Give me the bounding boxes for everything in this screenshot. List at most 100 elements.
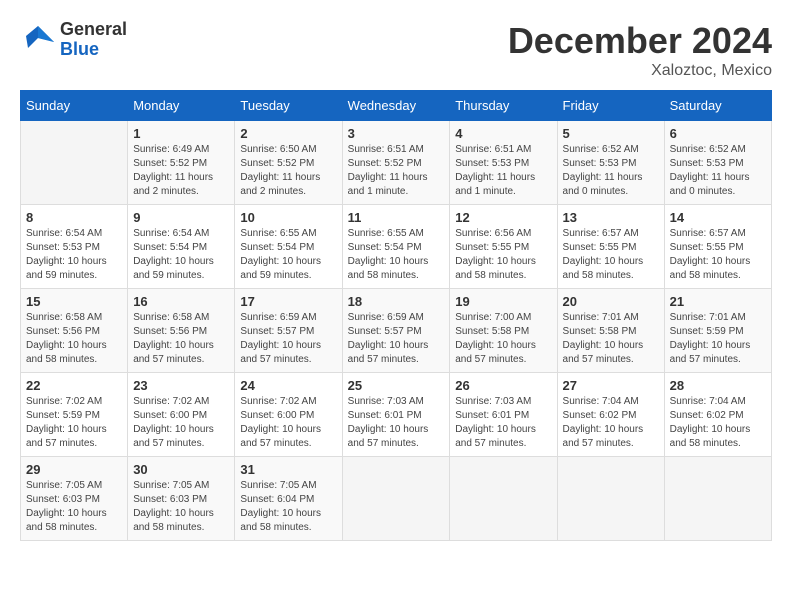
day-number: 1 [133,126,229,141]
title-section: December 2024 Xaloztoc, Mexico [508,20,772,80]
day-number: 9 [133,210,229,225]
day-number: 4 [455,126,551,141]
week-row-1: 8Sunrise: 6:54 AM Sunset: 5:53 PM Daylig… [21,205,772,289]
day-info: Sunrise: 7:04 AM Sunset: 6:02 PM Dayligh… [670,395,766,451]
day-info: Sunrise: 7:00 AM Sunset: 5:58 PM Dayligh… [455,311,551,367]
day-number: 5 [563,126,659,141]
calendar-cell: 10 Sunrise: 6:55 AM Sunset: 5:54 PM Dayli… [235,205,342,289]
day-number: 23 [133,378,229,393]
day-number: 2 [240,126,336,141]
calendar-cell [21,121,128,205]
calendar-cell: 11 Sunrise: 6:55 AM Sunset: 5:54 PM Dayli… [342,205,450,289]
day-number: 12 [455,210,551,225]
calendar-cell: 16Sunrise: 6:58 AM Sunset: 5:56 PM Dayli… [128,289,235,373]
logo-line1: General [60,20,127,40]
day-info: Sunrise: 6:55 AM Sunset: 5:54 PM Dayligh… [348,227,445,283]
calendar-cell: 15 Sunrise: 6:58 AM Sunset: 5:56 PM Dayli… [21,289,128,373]
calendar-cell: 26Sunrise: 7:03 AM Sunset: 6:01 PM Dayli… [450,373,557,457]
day-info: Sunrise: 6:49 AM Sunset: 5:52 PM Dayligh… [133,143,229,199]
calendar-cell: 19 Sunrise: 7:00 AM Sunset: 5:58 PM Dayli… [450,289,557,373]
day-info: Sunrise: 7:01 AM Sunset: 5:58 PM Dayligh… [563,311,659,367]
day-info: Sunrise: 6:57 AM Sunset: 5:55 PM Dayligh… [563,227,659,283]
day-info: Sunrise: 6:50 AM Sunset: 5:52 PM Dayligh… [240,143,336,199]
week-row-0: 1 Sunrise: 6:49 AM Sunset: 5:52 PM Daylig… [21,121,772,205]
header-day-thursday: Thursday [450,91,557,121]
calendar-cell: 1 Sunrise: 6:49 AM Sunset: 5:52 PM Daylig… [128,121,235,205]
day-number: 14 [670,210,766,225]
day-number: 10 [240,210,336,225]
calendar-cell: 3 Sunrise: 6:51 AM Sunset: 5:52 PM Daylig… [342,121,450,205]
day-number: 25 [348,378,445,393]
day-info: Sunrise: 7:05 AM Sunset: 6:03 PM Dayligh… [26,479,122,535]
logo-line2: Blue [60,40,127,60]
day-info: Sunrise: 6:58 AM Sunset: 5:56 PM Dayligh… [133,311,229,367]
calendar-cell: 9 Sunrise: 6:54 AM Sunset: 5:54 PM Daylig… [128,205,235,289]
calendar-cell: 21 Sunrise: 7:01 AM Sunset: 5:59 PM Dayli… [664,289,771,373]
day-number: 27 [563,378,659,393]
calendar-cell: 6 Sunrise: 6:52 AM Sunset: 5:53 PM Daylig… [664,121,771,205]
calendar-cell: 25 Sunrise: 7:03 AM Sunset: 6:01 PM Dayli… [342,373,450,457]
day-number: 13 [563,210,659,225]
calendar-cell: 8Sunrise: 6:54 AM Sunset: 5:53 PM Daylig… [21,205,128,289]
header-day-saturday: Saturday [664,91,771,121]
week-row-4: 29 Sunrise: 7:05 AM Sunset: 6:03 PM Dayli… [21,457,772,541]
day-info: Sunrise: 6:54 AM Sunset: 5:53 PM Dayligh… [26,227,122,283]
week-row-2: 15 Sunrise: 6:58 AM Sunset: 5:56 PM Dayli… [21,289,772,373]
day-number: 21 [670,294,766,309]
day-number: 24 [240,378,336,393]
header-day-monday: Monday [128,91,235,121]
page-header: General Blue December 2024 Xaloztoc, Mex… [20,20,772,80]
calendar-cell: 27Sunrise: 7:04 AM Sunset: 6:02 PM Dayli… [557,373,664,457]
day-info: Sunrise: 7:02 AM Sunset: 6:00 PM Dayligh… [133,395,229,451]
calendar-cell: 24 Sunrise: 7:02 AM Sunset: 6:00 PM Dayli… [235,373,342,457]
location-title: Xaloztoc, Mexico [508,62,772,80]
calendar-cell: 4 Sunrise: 6:51 AM Sunset: 5:53 PM Daylig… [450,121,557,205]
day-number: 6 [670,126,766,141]
day-info: Sunrise: 6:51 AM Sunset: 5:53 PM Dayligh… [455,143,551,199]
calendar-cell [450,457,557,541]
day-info: Sunrise: 6:57 AM Sunset: 5:55 PM Dayligh… [670,227,766,283]
day-info: Sunrise: 6:59 AM Sunset: 5:57 PM Dayligh… [348,311,445,367]
day-number: 17 [240,294,336,309]
calendar-cell: 5 Sunrise: 6:52 AM Sunset: 5:53 PM Daylig… [557,121,664,205]
day-info: Sunrise: 6:52 AM Sunset: 5:53 PM Dayligh… [670,143,766,199]
calendar-cell [664,457,771,541]
day-info: Sunrise: 7:05 AM Sunset: 6:03 PM Dayligh… [133,479,229,535]
day-info: Sunrise: 6:59 AM Sunset: 5:57 PM Dayligh… [240,311,336,367]
logo-text: General Blue [60,20,127,60]
day-info: Sunrise: 6:52 AM Sunset: 5:53 PM Dayligh… [563,143,659,199]
day-number: 18 [348,294,445,309]
day-number: 15 [26,294,122,309]
calendar-cell: 29 Sunrise: 7:05 AM Sunset: 6:03 PM Dayli… [21,457,128,541]
day-info: Sunrise: 7:02 AM Sunset: 6:00 PM Dayligh… [240,395,336,451]
header-day-friday: Friday [557,91,664,121]
day-number: 31 [240,462,336,477]
week-row-3: 22Sunrise: 7:02 AM Sunset: 5:59 PM Dayli… [21,373,772,457]
day-info: Sunrise: 6:51 AM Sunset: 5:52 PM Dayligh… [348,143,445,199]
logo-bird-icon [20,22,56,58]
day-info: Sunrise: 7:03 AM Sunset: 6:01 PM Dayligh… [455,395,551,451]
day-info: Sunrise: 7:01 AM Sunset: 5:59 PM Dayligh… [670,311,766,367]
day-info: Sunrise: 6:58 AM Sunset: 5:56 PM Dayligh… [26,311,122,367]
logo: General Blue [20,20,127,60]
calendar-cell: 17 Sunrise: 6:59 AM Sunset: 5:57 PM Dayli… [235,289,342,373]
day-info: Sunrise: 6:55 AM Sunset: 5:54 PM Dayligh… [240,227,336,283]
calendar-cell: 13 Sunrise: 6:57 AM Sunset: 5:55 PM Dayli… [557,205,664,289]
day-info: Sunrise: 6:56 AM Sunset: 5:55 PM Dayligh… [455,227,551,283]
day-info: Sunrise: 7:05 AM Sunset: 6:04 PM Dayligh… [240,479,336,535]
day-info: Sunrise: 7:03 AM Sunset: 6:01 PM Dayligh… [348,395,445,451]
calendar-cell: 20Sunrise: 7:01 AM Sunset: 5:58 PM Dayli… [557,289,664,373]
day-number: 3 [348,126,445,141]
header-row: SundayMondayTuesdayWednesdayThursdayFrid… [21,91,772,121]
day-info: Sunrise: 6:54 AM Sunset: 5:54 PM Dayligh… [133,227,229,283]
calendar-cell: 23 Sunrise: 7:02 AM Sunset: 6:00 PM Dayli… [128,373,235,457]
day-number: 11 [348,210,445,225]
calendar-table: SundayMondayTuesdayWednesdayThursdayFrid… [20,90,772,541]
month-title: December 2024 [508,20,772,62]
calendar-cell: 18 Sunrise: 6:59 AM Sunset: 5:57 PM Dayli… [342,289,450,373]
calendar-body: 1 Sunrise: 6:49 AM Sunset: 5:52 PM Daylig… [21,121,772,541]
day-number: 29 [26,462,122,477]
calendar-cell: 30Sunrise: 7:05 AM Sunset: 6:03 PM Dayli… [128,457,235,541]
day-number: 19 [455,294,551,309]
header-day-wednesday: Wednesday [342,91,450,121]
